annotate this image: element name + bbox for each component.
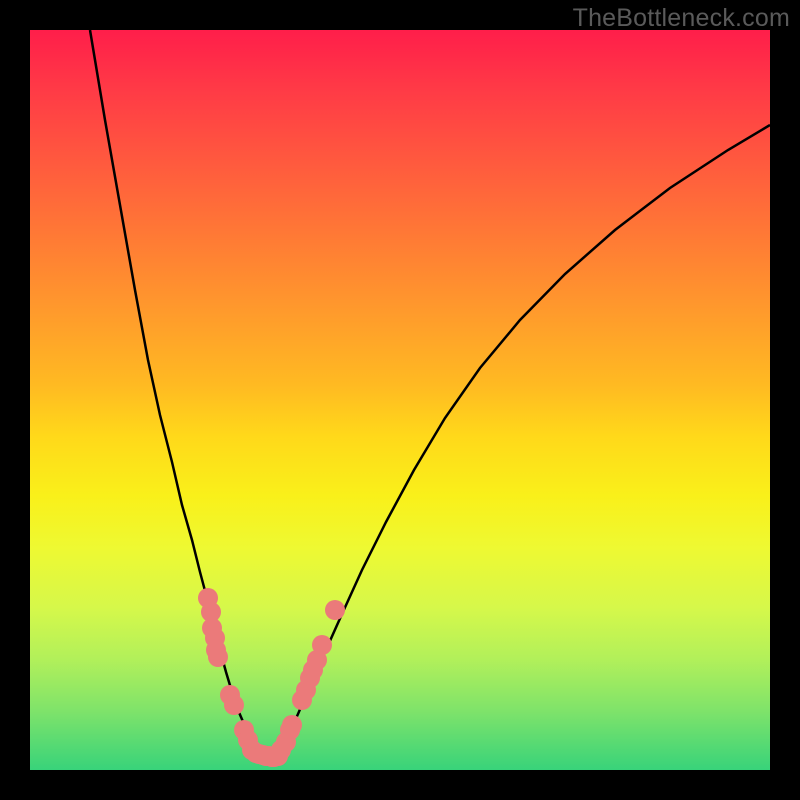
frame: TheBottleneck.com bbox=[0, 0, 800, 800]
bottleneck-curve bbox=[90, 30, 770, 762]
data-points-group bbox=[198, 588, 345, 767]
data-point bbox=[208, 647, 228, 667]
data-point bbox=[224, 695, 244, 715]
data-point bbox=[282, 715, 302, 735]
chart-svg bbox=[30, 30, 770, 770]
data-point bbox=[312, 635, 332, 655]
watermark-text: TheBottleneck.com bbox=[573, 4, 790, 33]
data-point bbox=[325, 600, 345, 620]
plot-area bbox=[30, 30, 770, 770]
